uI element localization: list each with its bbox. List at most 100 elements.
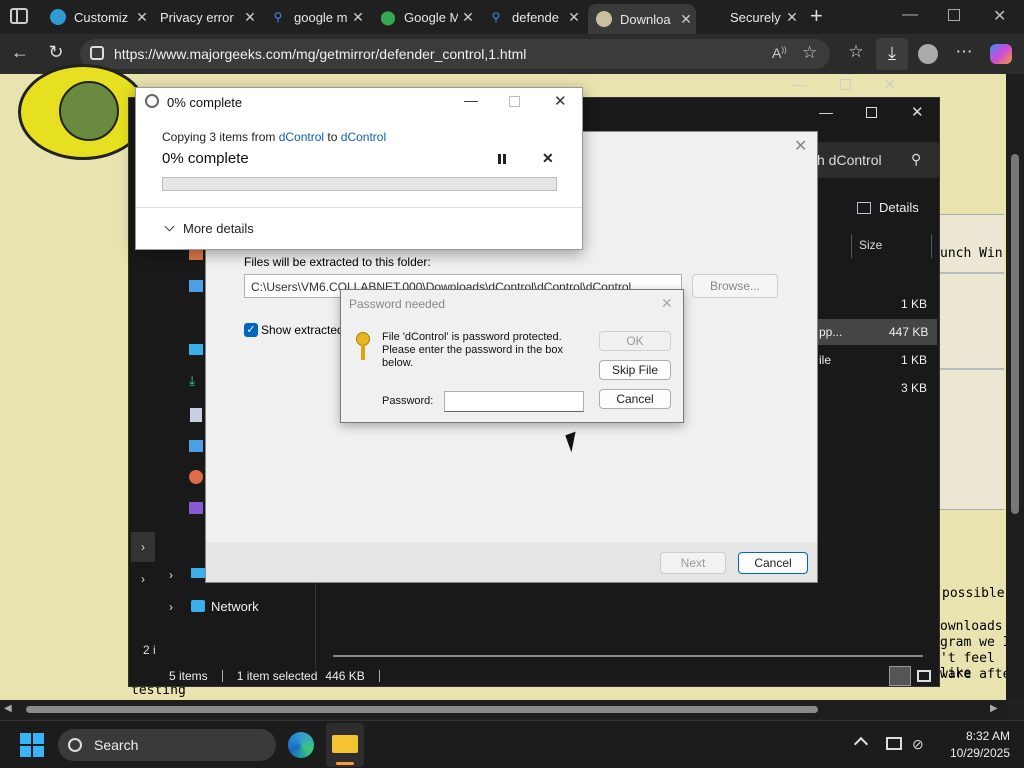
edge-taskbar-icon[interactable] [288,732,314,758]
show-extracted-checkbox[interactable]: ✓ [244,323,258,337]
tab-close-icon[interactable]: ✕ [782,9,802,26]
back-icon[interactable]: ← [8,42,32,63]
file-explorer-taskbar-icon[interactable] [326,723,364,767]
close-icon[interactable]: ✕ [911,103,924,121]
new-tab-icon[interactable]: + [810,3,823,29]
copilot-icon[interactable] [990,44,1012,64]
next-button[interactable]: Next [660,552,726,574]
browser-tab[interactable]: Securely ✕ [698,4,802,30]
start-windows-icon[interactable] [20,733,44,757]
page-stripe [940,272,1004,274]
browse-button[interactable]: Browse... [692,274,778,298]
more-details-label: More details [183,221,254,236]
tab-title: Privacy error [160,9,234,25]
more-details-toggle[interactable]: More details [164,221,254,236]
tab-close-icon[interactable]: ✕ [240,9,260,26]
browser-tab[interactable]: Privacy error ✕ [152,4,260,30]
browser-tab[interactable]: ⚲ defende ✕ [480,4,584,30]
downloads-icon[interactable]: ⤓ [189,372,195,389]
clock-time[interactable]: 8:32 AM [950,729,1010,743]
close-icon[interactable]: ✕ [884,76,896,93]
copy-progress-dialog: 0% complete — ✕ Copying 3 items from dCo… [135,87,583,250]
password-field[interactable] [444,391,584,412]
minimize-icon[interactable]: — [819,104,833,120]
chevron-right-icon[interactable]: › [141,540,145,554]
tab-close-icon[interactable]: ✕ [676,11,696,28]
tiles-view-icon[interactable] [917,670,931,682]
this-pc-icon[interactable] [191,568,205,578]
refresh-icon[interactable]: ↻ [44,42,68,63]
cancel-button[interactable]: Cancel [599,389,671,409]
bg-window-controls: — ✕ [780,76,910,96]
close-icon[interactable]: ✕ [794,136,807,156]
minimize-icon[interactable]: — [464,92,478,108]
nav-item-network[interactable]: Network [211,599,259,614]
documents-icon[interactable] [190,408,202,422]
search-box[interactable]: h dControl ⚲ [811,142,939,178]
browser-tab[interactable]: ⬤ Google M ✕ [372,4,478,30]
details-view-icon[interactable] [889,666,911,686]
restore-icon[interactable] [948,9,960,21]
display-icon[interactable] [886,737,902,750]
page-stripe [940,368,1004,370]
chevron-right-icon[interactable]: › [141,572,145,586]
maximize-icon[interactable] [866,107,877,118]
cancel-button[interactable]: Cancel [738,552,808,574]
favorite-star-icon[interactable]: ☆ [802,43,817,63]
minimize-icon[interactable]: — [902,6,918,24]
pictures-icon[interactable] [189,440,203,452]
address-bar[interactable]: https://www.majorgeeks.com/mg/getmirror/… [80,39,830,69]
downloads-icon-bg[interactable]: ⤓ [876,38,908,70]
network-status-icon[interactable]: ⊘ [912,736,924,753]
progress-text: 0% complete [162,150,249,167]
desktop-icon[interactable] [189,344,203,355]
tab-actions-icon[interactable] [10,8,28,24]
tab-close-icon[interactable]: ✕ [132,9,152,26]
browser-tab[interactable]: ⚲ google m ✕ [262,4,368,30]
taskbar-search-label: Search [94,737,139,753]
cancel-copy-icon[interactable]: ✕ [542,150,554,167]
gallery-icon[interactable] [189,280,203,292]
tab-close-icon[interactable]: ✕ [564,9,584,26]
chevron-right-icon[interactable]: › [169,568,173,582]
browser-tab-active[interactable]: Downloa ✕ [588,4,696,34]
search-icon: ⚲ [491,10,501,24]
column-divider[interactable] [851,234,852,258]
chevron-up-icon[interactable] [853,736,869,752]
browser-tab[interactable]: Customiz ✕ [42,4,152,30]
chevron-right-icon[interactable]: › [169,600,173,614]
column-divider[interactable] [931,234,932,258]
page-horizontal-scrollbar[interactable]: ◀ ▶ [0,700,1006,718]
more-icon[interactable]: ⋯ [952,42,976,62]
close-icon[interactable]: ✕ [993,6,1006,26]
details-label: Details [879,200,919,215]
column-header-size[interactable]: Size [859,238,882,252]
maximize-icon[interactable] [840,79,851,90]
pause-icon[interactable] [498,154,506,164]
source-folder-link[interactable]: dControl [279,130,324,144]
folder-label: Files will be extracted to this folder: [244,255,431,269]
tab-close-icon[interactable]: ✕ [458,9,478,26]
network-icon[interactable] [191,600,205,612]
content-scrollbar[interactable] [333,655,923,657]
next-label: Next [680,556,706,570]
close-icon[interactable]: ✕ [554,92,567,110]
site-info-icon[interactable] [90,46,104,60]
clock-date[interactable]: 10/29/2025 [940,746,1010,760]
tab-title: Customiz [74,9,129,25]
music-icon[interactable] [189,470,203,484]
ok-button[interactable]: OK [599,331,671,351]
skip-file-button[interactable]: Skip File [599,360,671,380]
read-aloud-icon[interactable]: A)) [772,45,787,61]
profile-avatar-icon[interactable] [918,44,938,64]
close-icon[interactable]: ✕ [661,295,673,312]
page-text: possible. [942,586,1013,601]
details-pane-button[interactable]: Details [857,200,919,215]
taskbar-search[interactable]: Search [58,729,276,761]
minimize-icon[interactable]: — [792,76,806,92]
videos-icon[interactable] [189,502,203,514]
favorites-icon[interactable]: ☆ [844,42,868,62]
page-scrollbar[interactable] [1006,74,1024,700]
tab-close-icon[interactable]: ✕ [348,9,368,26]
dest-folder-link[interactable]: dControl [341,130,386,144]
